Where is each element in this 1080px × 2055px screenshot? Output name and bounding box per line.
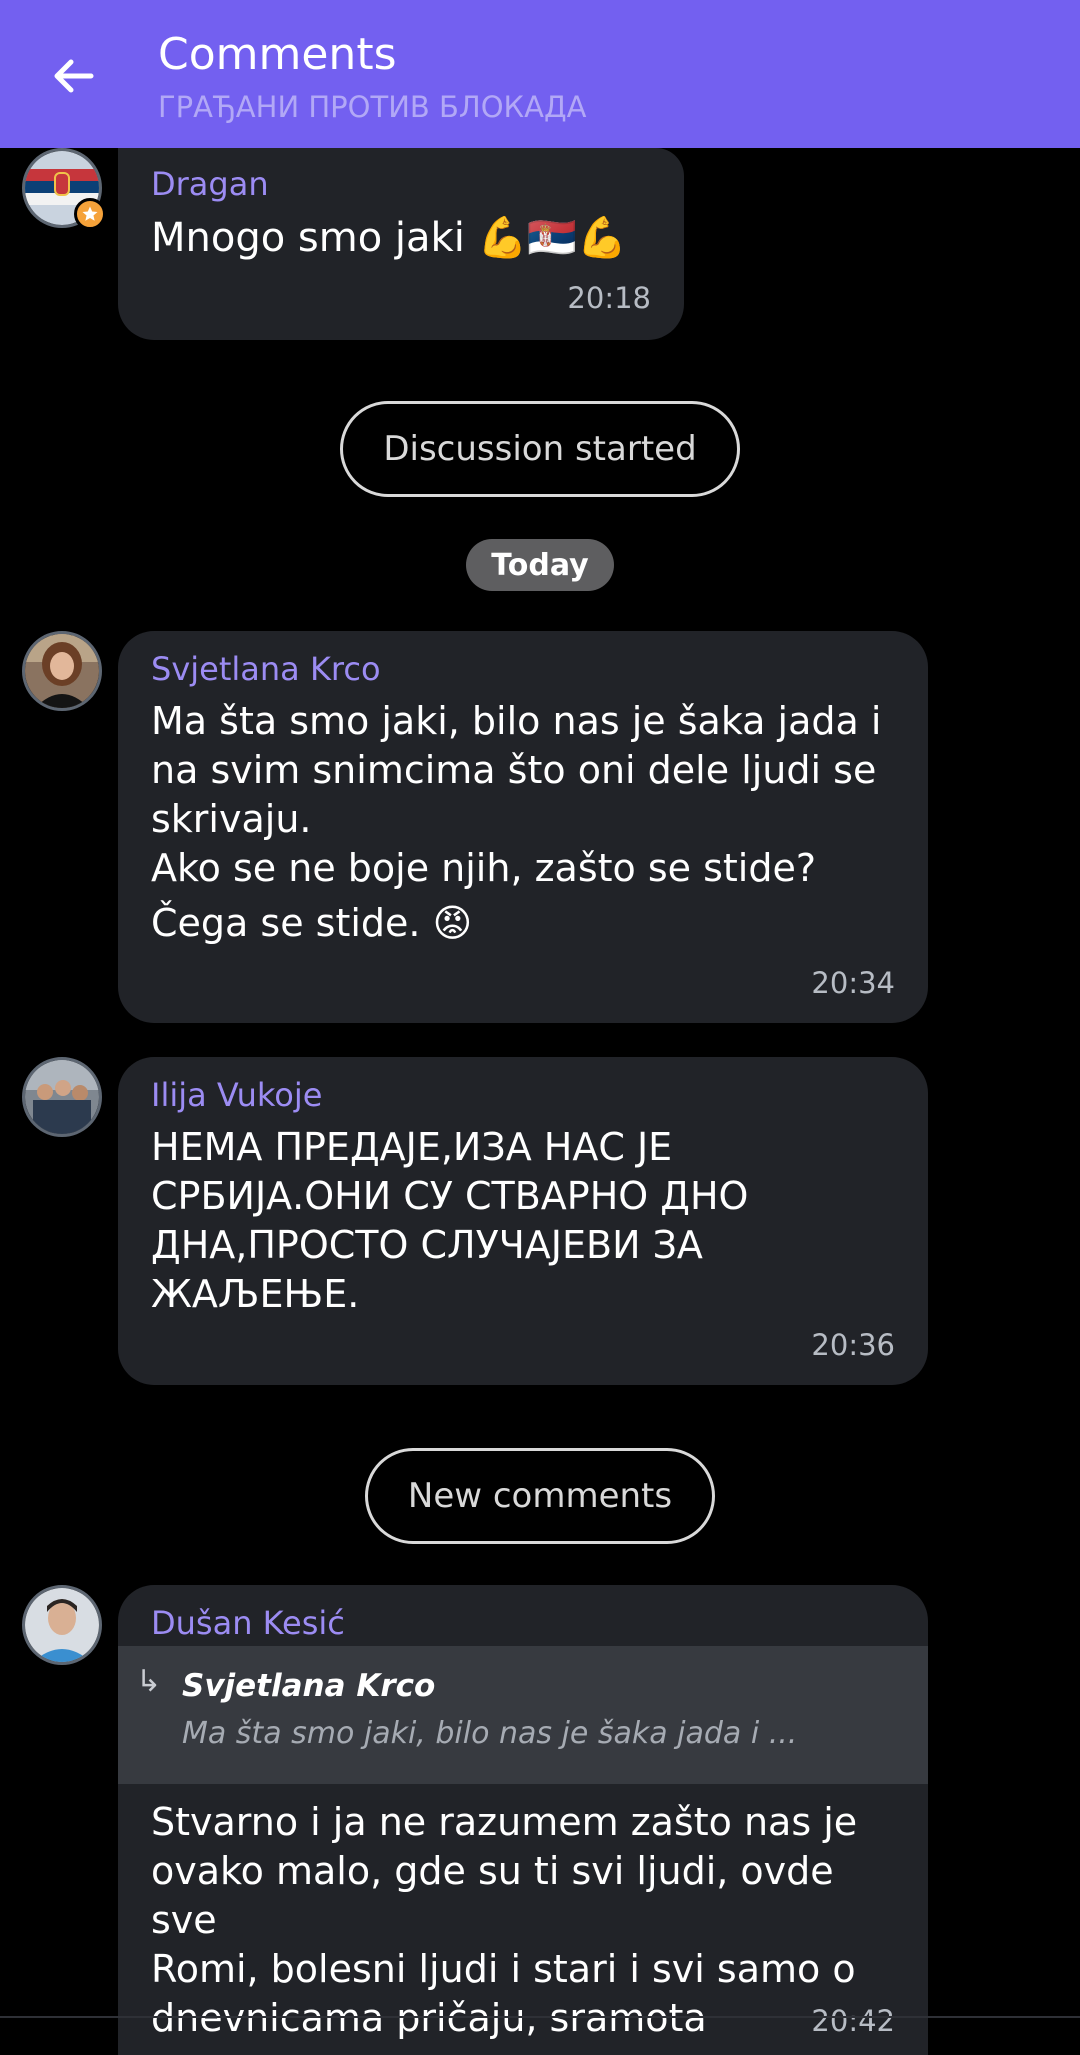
comment-bubble[interactable]: Svjetlana Krco Ma šta smo jaki, bilo nas… [118,631,928,1023]
comment-time: 20:36 [811,1328,895,1362]
avatar-dusan[interactable] [22,1585,102,1665]
text-line: Stvarno i ja ne razumem zašto nas je [151,1800,858,1844]
comment-time: 20:34 [811,966,895,1000]
back-button[interactable] [42,45,104,107]
reply-author: Svjetlana Krco [182,1668,436,1704]
text-line: Čega se stide. 😡 [151,901,473,945]
avatar-image [25,634,99,708]
comment-author[interactable]: Svjetlana Krco [151,649,381,689]
comment-text: НЕМА ПРЕДАЈЕ,ИЗА НАС ЈЕ СРБИЈА.ОНИ СУ СТ… [151,1123,900,1319]
new-comments-label: New comments [365,1448,715,1544]
avatar-image [25,1588,99,1662]
comment-text: Ma šta smo jaki, bilo nas je šaka jada i… [151,697,900,948]
text-line: ovako malo, gde su ti svi ljudi, ovde sv… [151,1849,834,1942]
avatar-svjetlana[interactable] [22,631,102,711]
comment-time: 20:18 [567,281,651,315]
page-title: Comments [158,29,397,80]
text-line: ДНА,ПРОСТО СЛУЧАЈЕВИ ЗА [151,1223,703,1267]
text-line: ЖАЉЕЊЕ. [151,1272,360,1316]
comment-text: Stvarno i ja ne razumem zašto nas je ova… [151,1798,900,2043]
text-line: skrivaju. [151,797,312,841]
comment-author[interactable]: Dušan Kesić [151,1603,345,1643]
text-line: Ako se ne boje njih, zašto se stide? [151,846,817,890]
app-header: Comments ГРАЂАНИ ПРОТИВ БЛОКАДА [0,0,1080,148]
text-line: na svim snimcima što oni dele ljudi se [151,748,877,792]
reply-quote[interactable]: ↳ Svjetlana Krco Ma šta smo jaki, bilo n… [118,1646,928,1784]
text-line: Romi, bolesni ljudi i stari i svi samo o [151,1947,856,1991]
admin-star-icon [74,198,106,230]
avatar-ilija[interactable] [22,1057,102,1137]
comment-bubble[interactable]: Dragan Mnogo smo jaki 💪🇷🇸💪 20:18 [118,148,684,340]
comment-text: Mnogo smo jaki 💪🇷🇸💪 [151,215,627,261]
discussion-started-label: Discussion started [340,401,740,497]
reply-text: Ma šta smo jaki, bilo nas je šaka jada i… [182,1716,798,1751]
channel-name: ГРАЂАНИ ПРОТИВ БЛОКАДА [158,90,587,124]
comment-bubble[interactable]: Dušan Kesić ↳ Svjetlana Krco Ma šta smo … [118,1585,928,2055]
avatar-image [25,1060,99,1134]
text-line: СРБИЈА.ОНИ СУ СТВАРНО ДНО [151,1174,749,1218]
comment-author[interactable]: Dragan [151,164,269,204]
bottom-divider [0,2016,1080,2018]
arrow-left-icon [54,59,94,93]
comment-time: 20:42 [811,2004,895,2038]
reply-arrow-icon: ↳ [136,1664,162,1699]
text-line: dnevnicama pričaju, sramota [151,1996,707,2040]
date-separator: Today [466,539,614,591]
comment-author[interactable]: Ilija Vukoje [151,1075,322,1115]
comment-bubble[interactable]: Ilija Vukoje НЕМА ПРЕДАЈЕ,ИЗА НАС ЈЕ СРБ… [118,1057,928,1385]
text-line: НЕМА ПРЕДАЈЕ,ИЗА НАС ЈЕ [151,1125,673,1169]
text-line: Ma šta smo jaki, bilo nas je šaka jada i [151,699,882,743]
